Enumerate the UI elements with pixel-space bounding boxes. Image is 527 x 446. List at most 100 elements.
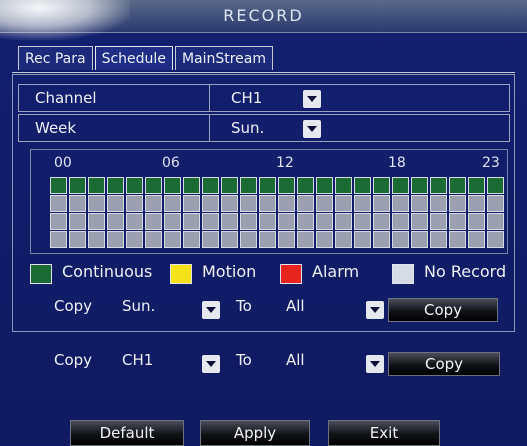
- schedule-cell[interactable]: [449, 195, 466, 212]
- schedule-cell[interactable]: [392, 177, 409, 194]
- schedule-cell[interactable]: [88, 213, 105, 230]
- schedule-cell[interactable]: [183, 177, 200, 194]
- schedule-cell[interactable]: [259, 213, 276, 230]
- schedule-cell[interactable]: [449, 177, 466, 194]
- schedule-cell[interactable]: [392, 213, 409, 230]
- schedule-cell[interactable]: [164, 177, 181, 194]
- schedule-cell[interactable]: [430, 231, 447, 248]
- copy-channel-from-dropdown[interactable]: [202, 355, 220, 373]
- schedule-cell[interactable]: [164, 195, 181, 212]
- schedule-cell[interactable]: [164, 213, 181, 230]
- schedule-cell[interactable]: [468, 177, 485, 194]
- schedule-cell[interactable]: [297, 195, 314, 212]
- schedule-cell[interactable]: [50, 213, 67, 230]
- schedule-cell[interactable]: [259, 195, 276, 212]
- schedule-cell[interactable]: [88, 231, 105, 248]
- copy-channel-button[interactable]: Copy: [388, 352, 500, 376]
- schedule-cell[interactable]: [449, 213, 466, 230]
- schedule-cell[interactable]: [145, 177, 162, 194]
- copy-channel-from[interactable]: CH1: [122, 351, 153, 369]
- copy-week-from[interactable]: Sun.: [122, 297, 155, 315]
- schedule-cell[interactable]: [278, 213, 295, 230]
- schedule-cell[interactable]: [373, 177, 390, 194]
- schedule-cell[interactable]: [335, 195, 352, 212]
- schedule-cell[interactable]: [145, 213, 162, 230]
- schedule-cell[interactable]: [69, 213, 86, 230]
- week-value[interactable]: Sun.: [231, 119, 264, 137]
- schedule-cell[interactable]: [240, 213, 257, 230]
- schedule-cell[interactable]: [468, 213, 485, 230]
- schedule-cell[interactable]: [335, 231, 352, 248]
- schedule-cell[interactable]: [69, 231, 86, 248]
- schedule-cell[interactable]: [278, 195, 295, 212]
- schedule-cell[interactable]: [335, 177, 352, 194]
- week-dropdown-arrow[interactable]: [303, 120, 321, 138]
- schedule-cell[interactable]: [297, 231, 314, 248]
- schedule-cell[interactable]: [88, 195, 105, 212]
- schedule-cell[interactable]: [411, 213, 428, 230]
- schedule-cell[interactable]: [50, 231, 67, 248]
- schedule-cell[interactable]: [278, 177, 295, 194]
- schedule-cell[interactable]: [221, 213, 238, 230]
- schedule-cell[interactable]: [392, 231, 409, 248]
- schedule-cell[interactable]: [373, 231, 390, 248]
- schedule-cell[interactable]: [50, 177, 67, 194]
- copy-week-to[interactable]: All: [286, 297, 305, 315]
- schedule-cell[interactable]: [373, 195, 390, 212]
- schedule-cell[interactable]: [164, 231, 181, 248]
- schedule-cell[interactable]: [354, 231, 371, 248]
- schedule-cell[interactable]: [50, 195, 67, 212]
- copy-week-to-dropdown[interactable]: [366, 301, 384, 319]
- default-button[interactable]: Default: [70, 420, 184, 446]
- schedule-cell[interactable]: [69, 195, 86, 212]
- schedule-cell[interactable]: [468, 195, 485, 212]
- schedule-cell[interactable]: [430, 177, 447, 194]
- schedule-cell[interactable]: [297, 213, 314, 230]
- schedule-cell[interactable]: [335, 213, 352, 230]
- schedule-cell[interactable]: [411, 195, 428, 212]
- schedule-cell[interactable]: [107, 195, 124, 212]
- channel-value[interactable]: CH1: [231, 89, 262, 107]
- schedule-cell[interactable]: [354, 195, 371, 212]
- schedule-cell[interactable]: [107, 231, 124, 248]
- schedule-cell[interactable]: [259, 231, 276, 248]
- schedule-cell[interactable]: [316, 231, 333, 248]
- schedule-cell[interactable]: [145, 231, 162, 248]
- copy-channel-to-dropdown[interactable]: [366, 355, 384, 373]
- schedule-cell[interactable]: [221, 231, 238, 248]
- schedule-cell[interactable]: [316, 177, 333, 194]
- schedule-cell[interactable]: [487, 177, 504, 194]
- schedule-cell[interactable]: [69, 177, 86, 194]
- schedule-cell[interactable]: [259, 177, 276, 194]
- schedule-cell[interactable]: [107, 213, 124, 230]
- schedule-cell[interactable]: [487, 231, 504, 248]
- copy-week-from-dropdown[interactable]: [202, 301, 220, 319]
- schedule-cell[interactable]: [430, 195, 447, 212]
- schedule-cell[interactable]: [240, 177, 257, 194]
- channel-dropdown-arrow[interactable]: [303, 90, 321, 108]
- schedule-cell[interactable]: [411, 177, 428, 194]
- schedule-cell[interactable]: [126, 231, 143, 248]
- schedule-cell[interactable]: [221, 195, 238, 212]
- schedule-cell[interactable]: [126, 195, 143, 212]
- tab-schedule[interactable]: Schedule: [94, 46, 173, 70]
- schedule-cell[interactable]: [316, 195, 333, 212]
- schedule-cell[interactable]: [126, 213, 143, 230]
- schedule-cell[interactable]: [88, 177, 105, 194]
- tab-rec-para[interactable]: Rec Para: [18, 46, 93, 70]
- schedule-cell[interactable]: [354, 213, 371, 230]
- schedule-cell[interactable]: [468, 231, 485, 248]
- schedule-cell[interactable]: [202, 231, 219, 248]
- copy-channel-to[interactable]: All: [286, 351, 305, 369]
- schedule-cell[interactable]: [449, 231, 466, 248]
- exit-button[interactable]: Exit: [328, 420, 440, 446]
- schedule-cell[interactable]: [373, 213, 390, 230]
- schedule-cell[interactable]: [202, 195, 219, 212]
- tab-mainstream[interactable]: MainStream: [174, 46, 274, 70]
- schedule-cell[interactable]: [202, 213, 219, 230]
- schedule-cell[interactable]: [297, 177, 314, 194]
- apply-button[interactable]: Apply: [200, 420, 310, 446]
- schedule-cell[interactable]: [278, 231, 295, 248]
- schedule-cell[interactable]: [183, 195, 200, 212]
- schedule-cell[interactable]: [240, 231, 257, 248]
